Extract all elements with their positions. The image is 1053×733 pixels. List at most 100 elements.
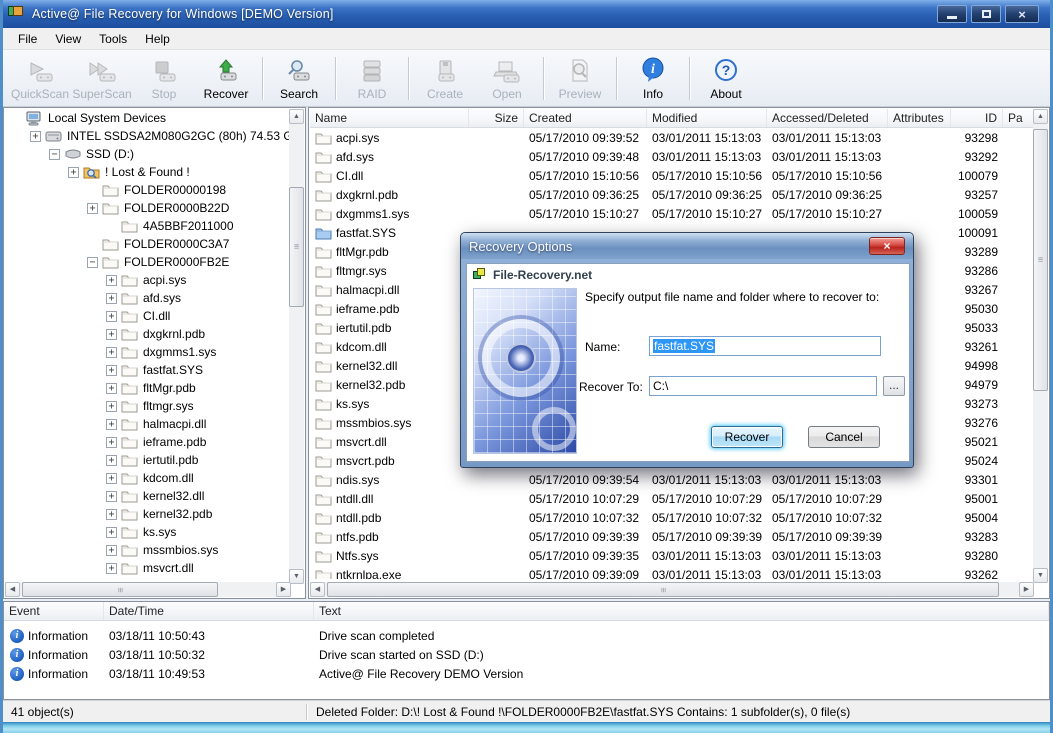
tree-item[interactable]: +! Lost & Found ! — [5, 163, 290, 181]
tree-item[interactable]: +acpi.sys — [5, 271, 290, 289]
list-scroll-right-icon[interactable]: ▶ — [1019, 582, 1034, 597]
tree-expander-icon[interactable]: − — [49, 149, 60, 160]
toolbar-button-recover[interactable]: Recover — [195, 53, 257, 104]
tree-expander-icon[interactable]: − — [87, 257, 98, 268]
tree-expander-icon[interactable]: + — [106, 311, 117, 322]
column-header-modified[interactable]: Modified — [647, 109, 767, 127]
tree-expander-icon[interactable]: + — [30, 131, 41, 142]
tree-scroll-right-icon[interactable]: ▶ — [276, 582, 291, 597]
tree-item[interactable]: +kdcom.dll — [5, 469, 290, 487]
dialog-title-bar[interactable]: Recovery Options × — [461, 233, 913, 259]
tree-item[interactable]: +kernel32.pdb — [5, 505, 290, 523]
tree-item[interactable]: −SSD (D:) — [5, 145, 290, 163]
tree-expander-icon[interactable]: + — [106, 509, 117, 520]
list-hscrollbar[interactable]: ◀ ≡ ▶ — [310, 582, 1034, 597]
tree-expander-icon[interactable]: + — [106, 455, 117, 466]
tree-expander-icon[interactable]: + — [106, 401, 117, 412]
table-row[interactable]: dxgkrnl.pdb05/17/2010 09:36:2505/17/2010… — [310, 185, 1034, 204]
table-row[interactable]: afd.sys05/17/2010 09:39:4803/01/2011 15:… — [310, 147, 1034, 166]
log-row[interactable]: iInformation03/18/11 10:50:43Drive scan … — [4, 626, 1049, 645]
tree-expander-icon[interactable]: + — [106, 275, 117, 286]
tree-hscroll-thumb[interactable]: ≡ — [22, 582, 218, 597]
tree-item[interactable]: +halmacpi.dll — [5, 415, 290, 433]
column-header-attributes[interactable]: Attributes — [888, 109, 951, 127]
browse-button[interactable]: ... — [883, 376, 905, 396]
list-vscrollbar[interactable]: ▲ ≡ ▼ — [1033, 109, 1048, 583]
recover-to-input[interactable]: C:\ — [649, 376, 877, 396]
tree-expander-icon[interactable]: + — [106, 473, 117, 484]
tree-item[interactable]: FOLDER00000198 — [5, 181, 290, 199]
recover-confirm-button[interactable]: Recover — [711, 426, 783, 448]
tree-item[interactable]: Local System Devices — [5, 109, 290, 127]
tree-item[interactable]: +kernel32.dll — [5, 487, 290, 505]
table-row[interactable]: ntdll.pdb05/17/2010 10:07:3205/17/2010 1… — [310, 508, 1034, 527]
column-header-size[interactable]: Size — [469, 109, 524, 127]
tree-expander-icon[interactable]: + — [106, 491, 117, 502]
tree-expander-icon[interactable]: + — [106, 419, 117, 430]
toolbar-button-info[interactable]: iInfo — [622, 53, 684, 104]
tree-item[interactable]: +fltmgr.sys — [5, 397, 290, 415]
list-scroll-left-icon[interactable]: ◀ — [310, 582, 325, 597]
tree-item[interactable]: +fastfat.SYS — [5, 361, 290, 379]
log-column-header-text[interactable]: Text — [314, 602, 1049, 620]
log-column-header-event[interactable]: Event — [4, 602, 104, 620]
list-vscroll-thumb[interactable]: ≡ — [1033, 129, 1048, 391]
dialog-close-button[interactable]: × — [869, 237, 905, 255]
tree-expander-icon[interactable]: + — [68, 167, 79, 178]
log-row[interactable]: iInformation03/18/11 10:49:53Active@ Fil… — [4, 664, 1049, 683]
tree-item[interactable]: +INTEL SSDSA2M080G2GC (80h) 74.53 GB — [5, 127, 290, 145]
tree-expander-icon[interactable]: + — [106, 347, 117, 358]
tree-item[interactable]: 4A5BBF2011000 — [5, 217, 290, 235]
tree-hscrollbar[interactable]: ◀ ≡ ▶ — [5, 582, 291, 597]
column-header-pa[interactable]: Pa — [1003, 109, 1034, 127]
menu-item-tools[interactable]: Tools — [90, 30, 136, 48]
tree-vscrollbar[interactable]: ▲ ≡ ▼ — [289, 109, 304, 584]
menu-item-view[interactable]: View — [46, 30, 90, 48]
maximize-button[interactable] — [971, 5, 1001, 23]
log-row[interactable]: iInformation03/18/11 10:50:32Drive scan … — [4, 645, 1049, 664]
list-hscroll-thumb[interactable]: ≡ — [327, 582, 999, 597]
column-header-accessed-deleted[interactable]: Accessed/Deleted — [767, 109, 888, 127]
menu-item-help[interactable]: Help — [136, 30, 179, 48]
table-row[interactable]: ndis.sys05/17/2010 09:39:5403/01/2011 15… — [310, 470, 1034, 489]
tree-item[interactable]: FOLDER0000C3A7 — [5, 235, 290, 253]
tree-expander-icon[interactable]: + — [106, 365, 117, 376]
close-button[interactable]: × — [1005, 5, 1039, 23]
tree-scroll-down-icon[interactable]: ▼ — [289, 569, 304, 584]
tree-expander-icon[interactable]: + — [87, 203, 98, 214]
table-row[interactable]: dxgmms1.sys05/17/2010 15:10:2705/17/2010… — [310, 204, 1034, 223]
name-input[interactable]: fastfat.SYS — [649, 336, 881, 356]
tree-expander-icon[interactable]: + — [106, 545, 117, 556]
minimize-button[interactable] — [937, 5, 967, 23]
column-header-id[interactable]: ID — [951, 109, 1003, 127]
tree-expander-icon[interactable]: + — [106, 527, 117, 538]
tree-item[interactable]: +CI.dll — [5, 307, 290, 325]
log-column-header-date-time[interactable]: Date/Time — [104, 602, 314, 620]
column-header-name[interactable]: Name — [310, 109, 469, 127]
tree-expander-icon[interactable]: + — [106, 383, 117, 394]
tree-item[interactable]: +dxgmms1.sys — [5, 343, 290, 361]
list-scroll-up-icon[interactable]: ▲ — [1033, 109, 1048, 124]
tree-scroll-left-icon[interactable]: ◀ — [5, 582, 20, 597]
toolbar-button-search[interactable]: Search — [268, 53, 330, 104]
table-row[interactable]: ntfs.pdb05/17/2010 09:39:3905/17/2010 09… — [310, 527, 1034, 546]
tree-expander-icon[interactable]: + — [106, 563, 117, 574]
tree-expander-icon[interactable]: + — [106, 329, 117, 340]
tree-scroll-up-icon[interactable]: ▲ — [289, 109, 304, 124]
tree-expander-icon[interactable]: + — [106, 293, 117, 304]
tree-expander-icon[interactable]: + — [106, 437, 117, 448]
column-header-created[interactable]: Created — [524, 109, 647, 127]
tree-item[interactable]: +iertutil.pdb — [5, 451, 290, 469]
tree-item[interactable]: +ieframe.pdb — [5, 433, 290, 451]
tree-item[interactable]: +fltMgr.pdb — [5, 379, 290, 397]
tree-item[interactable]: +mssmbios.sys — [5, 541, 290, 559]
table-row[interactable]: acpi.sys05/17/2010 09:39:5203/01/2011 15… — [310, 128, 1034, 147]
cancel-button[interactable]: Cancel — [808, 426, 880, 448]
table-row[interactable]: ntkrnlpa.exe05/17/2010 09:39:0903/01/201… — [310, 565, 1034, 579]
tree-item[interactable]: +ks.sys — [5, 523, 290, 541]
tree-vscroll-thumb[interactable]: ≡ — [289, 187, 304, 307]
tree-item[interactable]: +dxgkrnl.pdb — [5, 325, 290, 343]
list-scroll-down-icon[interactable]: ▼ — [1033, 568, 1048, 583]
toolbar-button-about[interactable]: ?About — [695, 53, 757, 104]
table-row[interactable]: ntdll.dll05/17/2010 10:07:2905/17/2010 1… — [310, 489, 1034, 508]
